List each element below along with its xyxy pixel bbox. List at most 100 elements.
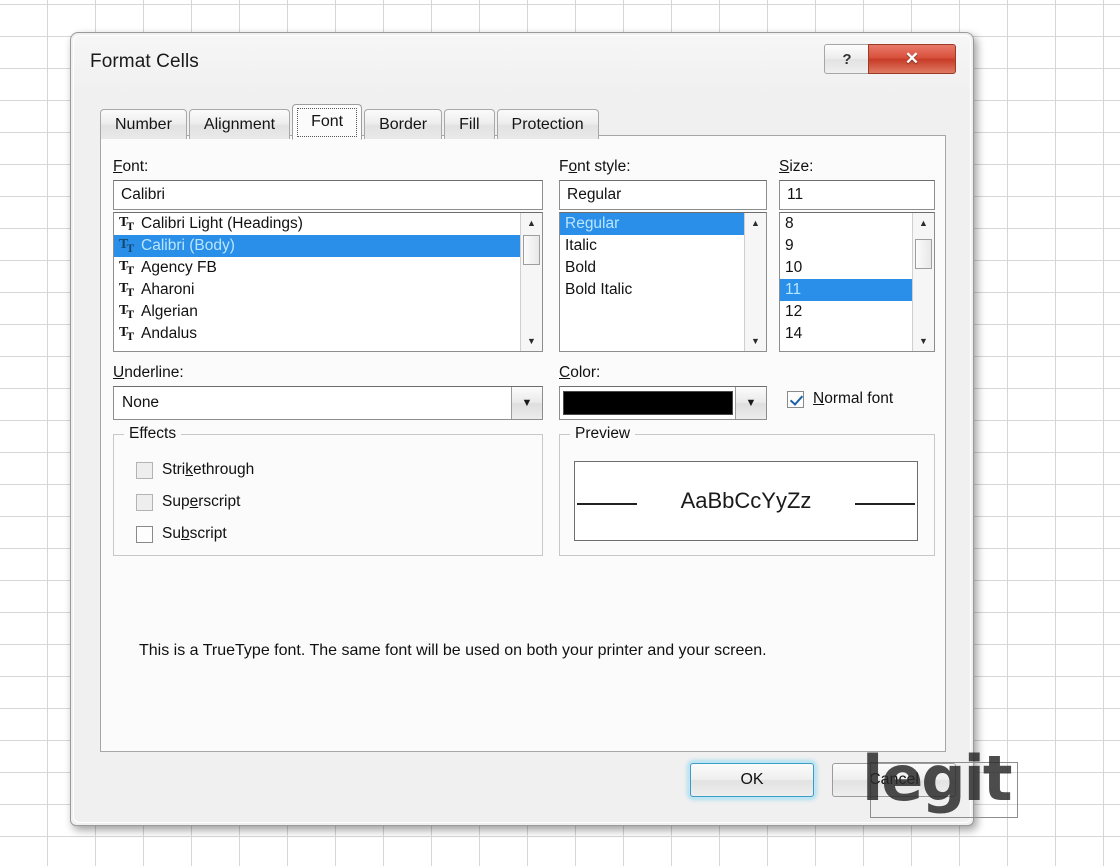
font-style-input[interactable]: Regular: [559, 180, 767, 210]
font-style-label: Font style:: [559, 158, 631, 175]
font-style-item-label: Bold: [565, 259, 597, 276]
size-item-label: 12: [785, 303, 803, 320]
tab-border-label: Border: [379, 115, 428, 133]
font-style-item-label: Italic: [565, 237, 597, 254]
effects-group-title: Effects: [124, 425, 182, 443]
list-item[interactable]: TT Andalus: [114, 323, 522, 345]
scroll-up-icon[interactable]: ▲: [745, 213, 766, 233]
tab-number-label: Number: [115, 115, 172, 133]
list-item[interactable]: 12: [780, 301, 914, 323]
font-name-input[interactable]: Calibri: [113, 180, 543, 210]
list-item[interactable]: 11: [780, 279, 914, 301]
font-item-label: Algerian: [141, 303, 198, 320]
font-item-label: Calibri (Body): [141, 237, 235, 254]
normal-font-checkbox[interactable]: Normal font: [787, 390, 893, 408]
list-item[interactable]: Italic: [560, 235, 746, 257]
scroll-up-icon[interactable]: ▲: [521, 213, 542, 233]
close-icon[interactable]: ✕: [868, 44, 956, 74]
underline-value: None: [122, 394, 160, 411]
underline-label: Underline:: [113, 364, 184, 381]
strikethrough-checkbox[interactable]: Strikethrough: [136, 461, 254, 479]
strikethrough-label: Strikethrough: [162, 461, 255, 478]
tab-border[interactable]: Border: [364, 109, 443, 139]
font-style-scrollbar[interactable]: ▲ ▼: [744, 213, 766, 351]
preview-group: Preview AaBbCcYyZz: [559, 425, 935, 556]
list-item[interactable]: TT Agency FB: [114, 257, 522, 279]
font-style-item-label: Bold Italic: [565, 281, 633, 298]
size-list-items: 8 9 10 11 12 14: [780, 213, 914, 351]
underline-select[interactable]: None ▼: [113, 386, 543, 420]
scrollbar-thumb[interactable]: [915, 239, 932, 269]
list-item[interactable]: Regular: [560, 213, 746, 235]
superscript-checkbox[interactable]: Superscript: [136, 493, 240, 511]
color-label: Color:: [559, 364, 601, 381]
size-list[interactable]: 8 9 10 11 12 14 ▲ ▼: [779, 212, 935, 352]
font-item-label: Aharoni: [141, 281, 195, 298]
font-style-list-items: Regular Italic Bold Bold Italic: [560, 213, 746, 351]
ok-button[interactable]: OK: [690, 763, 814, 797]
color-swatch: [563, 391, 733, 415]
tab-fill[interactable]: Fill: [444, 109, 495, 139]
font-item-label: Agency FB: [141, 259, 217, 276]
tab-protection[interactable]: Protection: [496, 109, 599, 139]
cancel-button[interactable]: Cancel: [832, 763, 956, 797]
list-item[interactable]: Bold: [560, 257, 746, 279]
checkbox-icon[interactable]: [136, 493, 153, 511]
size-item-label: 9: [785, 237, 794, 254]
tab-font[interactable]: Font: [292, 104, 363, 140]
truetype-icon: TT: [119, 302, 134, 321]
dialog-inner-frame: Format Cells ? ✕ Number Alignment Font B…: [73, 35, 971, 823]
size-input[interactable]: 11: [779, 180, 935, 210]
tab-alignment[interactable]: Alignment: [188, 109, 291, 139]
size-label: Size:: [779, 158, 814, 175]
tab-number[interactable]: Number: [100, 109, 187, 139]
font-tab-panel: Font: Calibri TT Calibri Light (Headings…: [100, 135, 946, 752]
list-item[interactable]: TT Calibri (Body): [114, 235, 522, 257]
font-list[interactable]: TT Calibri Light (Headings) TT Calibri (…: [113, 212, 543, 352]
font-list-scrollbar[interactable]: ▲ ▼: [520, 213, 542, 351]
preview-sample-text: AaBbCcYyZz: [680, 488, 812, 513]
list-item[interactable]: 14: [780, 323, 914, 345]
effects-group: Effects Strikethrough Superscript Subscr…: [113, 425, 543, 556]
list-item[interactable]: 8: [780, 213, 914, 235]
font-item-label: Calibri Light (Headings): [141, 215, 303, 232]
size-item-label: 8: [785, 215, 794, 232]
tab-font-label: Font: [311, 113, 344, 130]
font-item-label: Andalus: [141, 325, 198, 342]
tab-protection-label: Protection: [511, 115, 584, 133]
font-label: Font:: [113, 158, 149, 175]
scroll-down-icon[interactable]: ▼: [521, 331, 542, 351]
dialog-titlebar[interactable]: Format Cells ? ✕: [74, 36, 970, 98]
truetype-icon: TT: [119, 258, 134, 277]
checkbox-icon[interactable]: [136, 461, 153, 479]
scroll-down-icon[interactable]: ▼: [745, 331, 766, 351]
list-item[interactable]: TT Algerian: [114, 301, 522, 323]
font-list-items: TT Calibri Light (Headings) TT Calibri (…: [114, 213, 522, 351]
chevron-down-icon[interactable]: ▼: [735, 387, 766, 419]
list-item[interactable]: 10: [780, 257, 914, 279]
list-item[interactable]: TT Aharoni: [114, 279, 522, 301]
tab-strip: Number Alignment Font Border Fill Protec…: [100, 104, 601, 140]
scroll-up-icon[interactable]: ▲: [913, 213, 934, 233]
truetype-icon: TT: [119, 280, 134, 299]
help-icon[interactable]: ?: [824, 44, 870, 74]
size-item-label: 11: [785, 281, 802, 298]
subscript-checkbox[interactable]: Subscript: [136, 525, 227, 543]
truetype-icon: TT: [119, 236, 134, 255]
truetype-icon: TT: [119, 214, 134, 233]
scrollbar-thumb[interactable]: [523, 235, 540, 265]
chevron-down-icon[interactable]: ▼: [511, 387, 542, 419]
page-title: Format Cells: [90, 51, 199, 72]
checkbox-icon[interactable]: [136, 525, 153, 543]
list-item[interactable]: Bold Italic: [560, 279, 746, 301]
truetype-icon: TT: [119, 324, 134, 343]
color-select[interactable]: ▼: [559, 386, 767, 420]
size-item-label: 14: [785, 325, 803, 342]
list-item[interactable]: 9: [780, 235, 914, 257]
font-style-list[interactable]: Regular Italic Bold Bold Italic ▲ ▼: [559, 212, 767, 352]
scroll-down-icon[interactable]: ▼: [913, 331, 934, 351]
size-list-scrollbar[interactable]: ▲ ▼: [912, 213, 934, 351]
preview-box: AaBbCcYyZz: [574, 461, 918, 541]
checkbox-icon[interactable]: [787, 390, 804, 408]
list-item[interactable]: TT Calibri Light (Headings): [114, 213, 522, 235]
